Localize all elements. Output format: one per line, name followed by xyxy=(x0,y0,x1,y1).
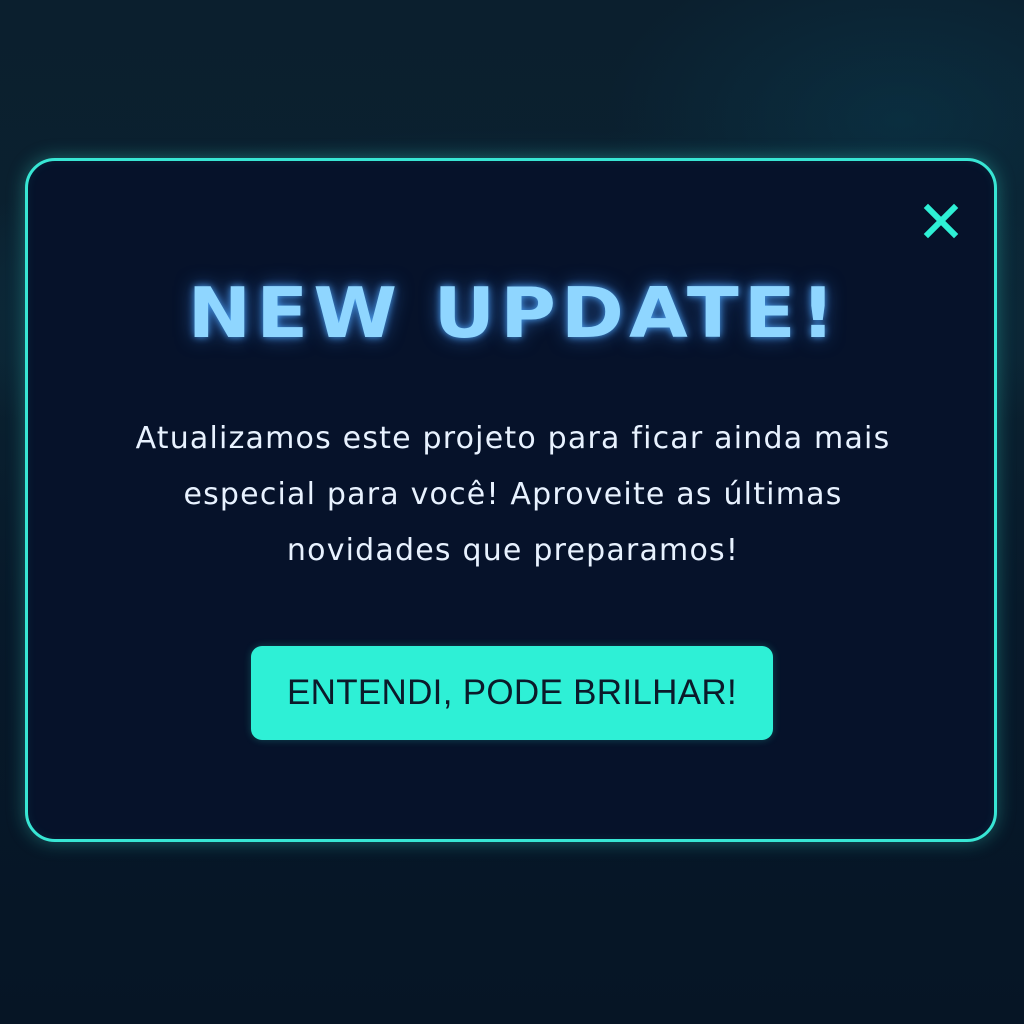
dialog-title: NEW UPDATE! xyxy=(187,271,841,354)
close-icon xyxy=(923,203,959,239)
close-button[interactable] xyxy=(921,201,961,241)
dialog-message: Atualizamos este projeto para ficar aind… xyxy=(135,421,891,568)
confirm-button[interactable]: ENTENDI, PODE BRILHAR! xyxy=(251,646,773,740)
confirm-button-label: ENTENDI, PODE BRILHAR! xyxy=(286,673,737,712)
update-dialog: NEW UPDATE! Atualizamos este projeto par… xyxy=(25,158,997,842)
